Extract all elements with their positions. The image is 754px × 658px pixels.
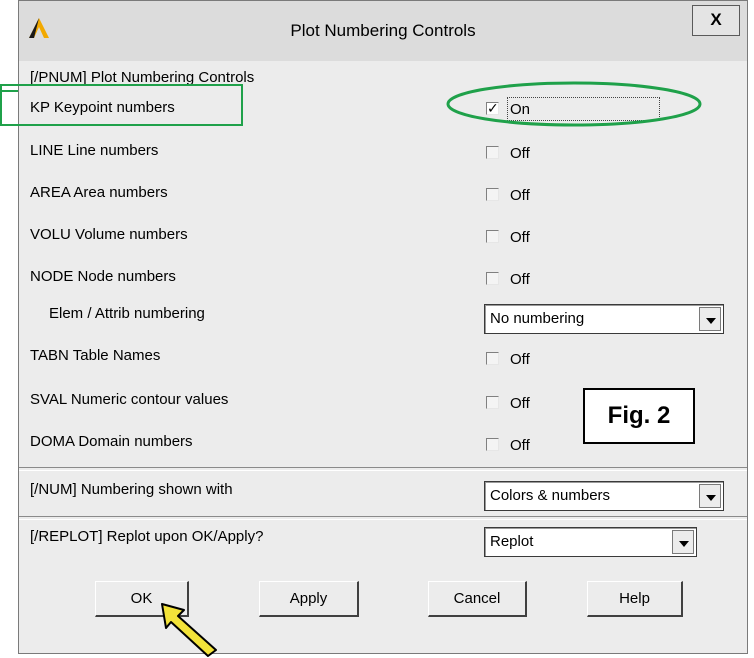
cancel-button[interactable]: Cancel	[428, 581, 527, 617]
replot-value: Replot	[490, 533, 534, 550]
elem-attrib-value: No numbering	[490, 310, 585, 327]
sval-checkbox[interactable]	[486, 396, 499, 409]
area-state-text: Off	[510, 187, 530, 204]
line-label: LINE Line numbers	[30, 142, 159, 159]
line-checkbox[interactable]	[486, 146, 499, 159]
line-state-text: Off	[510, 145, 530, 162]
help-button[interactable]: Help	[587, 581, 683, 617]
annotation-on-ellipse	[446, 81, 702, 127]
annotation-kp-highlight	[0, 84, 243, 126]
tabn-label: TABN Table Names	[30, 347, 161, 364]
replot-select[interactable]: Replot	[484, 527, 697, 557]
elem-attrib-select[interactable]: No numbering	[484, 304, 724, 334]
num-select[interactable]: Colors & numbers	[484, 481, 724, 511]
node-label: NODE Node numbers	[30, 268, 176, 285]
num-label: [/NUM] Numbering shown with	[30, 481, 233, 498]
chevron-down-icon[interactable]	[699, 484, 721, 508]
sval-state-text: Off	[510, 395, 530, 412]
area-checkbox[interactable]	[486, 188, 499, 201]
replot-label: [/REPLOT] Replot upon OK/Apply?	[30, 528, 264, 545]
tabn-state-text: Off	[510, 351, 530, 368]
volu-label: VOLU Volume numbers	[30, 226, 188, 243]
doma-label: DOMA Domain numbers	[30, 433, 193, 450]
apply-button[interactable]: Apply	[259, 581, 359, 617]
section-divider	[19, 516, 747, 520]
num-value: Colors & numbers	[490, 487, 611, 504]
close-button[interactable]: X	[692, 5, 740, 36]
area-label: AREA Area numbers	[30, 184, 168, 201]
title-bar: Plot Numbering Controls X	[19, 1, 747, 61]
doma-state-text: Off	[510, 437, 530, 454]
volu-checkbox[interactable]	[486, 230, 499, 243]
doma-checkbox[interactable]	[486, 438, 499, 451]
node-checkbox[interactable]	[486, 272, 499, 285]
volu-state-text: Off	[510, 229, 530, 246]
chevron-down-icon[interactable]	[699, 307, 721, 331]
figure-label-box: Fig. 2	[583, 388, 695, 444]
window-title: Plot Numbering Controls	[290, 21, 476, 40]
elem-attrib-label: Elem / Attrib numbering	[49, 305, 205, 322]
tabn-checkbox[interactable]	[486, 352, 499, 365]
section-divider	[19, 467, 747, 471]
node-state-text: Off	[510, 271, 530, 288]
pointer-arrow-icon	[161, 603, 217, 657]
sval-label: SVAL Numeric contour values	[30, 391, 229, 408]
chevron-down-icon[interactable]	[672, 530, 694, 554]
